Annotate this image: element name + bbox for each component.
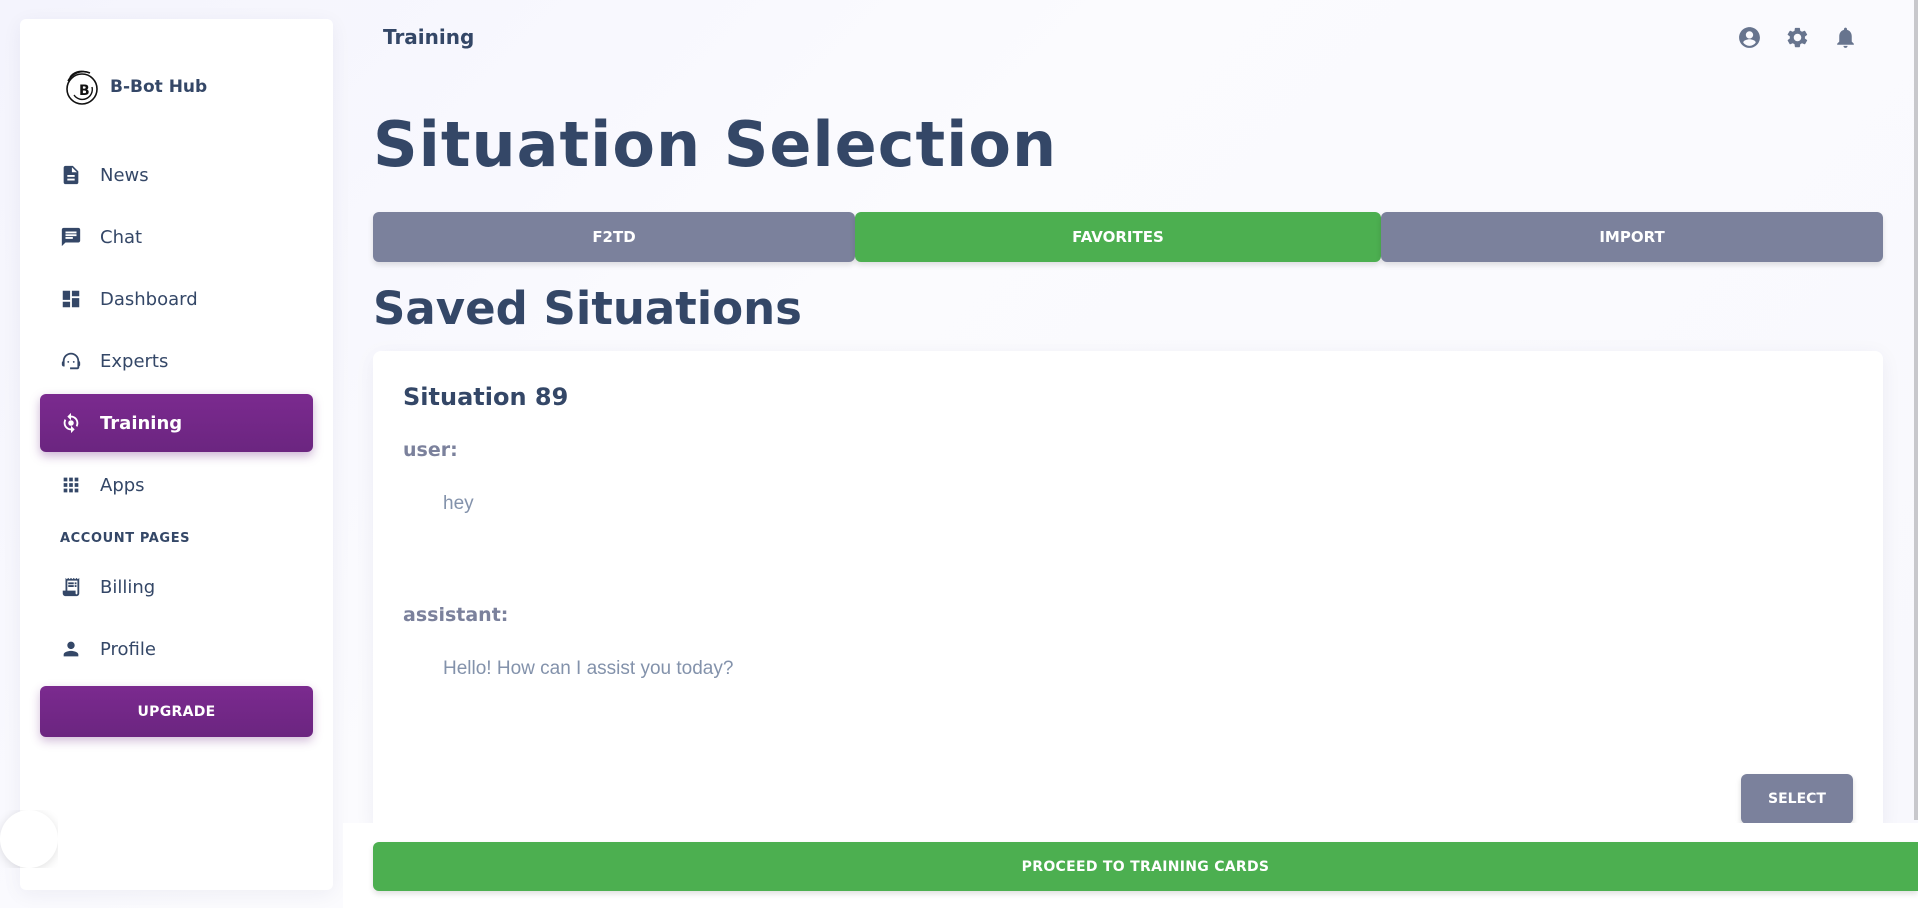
upgrade-button[interactable]: UPGRADE bbox=[40, 686, 313, 737]
header-actions bbox=[1736, 24, 1858, 50]
brand[interactable]: B B-Bot Hub bbox=[60, 47, 207, 127]
sidebar-item-label: Chat bbox=[100, 226, 143, 248]
situation-title: Situation 89 bbox=[403, 383, 569, 411]
tab-favorites[interactable]: FAVORITES bbox=[855, 212, 1381, 262]
sidebar-item-chat[interactable]: Chat bbox=[40, 208, 313, 266]
settings-icon[interactable] bbox=[1784, 24, 1810, 50]
breadcrumb: Training bbox=[383, 25, 475, 49]
training-icon bbox=[60, 412, 82, 434]
document-icon bbox=[60, 164, 82, 186]
sidebar-item-label: Dashboard bbox=[100, 288, 198, 310]
sidebar-item-experts[interactable]: Experts bbox=[40, 332, 313, 390]
select-button[interactable]: SELECT bbox=[1741, 774, 1853, 824]
svg-text:B: B bbox=[79, 83, 90, 99]
situation-card: Situation 89 user: hey assistant: Hello!… bbox=[373, 351, 1883, 831]
message-text-user: hey bbox=[443, 493, 474, 514]
sidebar-item-label: Profile bbox=[100, 638, 156, 660]
tab-import[interactable]: IMPORT bbox=[1381, 212, 1883, 262]
sidebar-item-dashboard[interactable]: Dashboard bbox=[40, 270, 313, 328]
message-role-user: user: bbox=[403, 439, 458, 461]
sidebar-nav: News Chat Dashboard Experts Training App… bbox=[40, 146, 313, 737]
sidebar-item-news[interactable]: News bbox=[40, 146, 313, 204]
b-bot-logo-icon: B bbox=[66, 70, 98, 105]
scrollbar[interactable] bbox=[1914, 0, 1918, 820]
sidebar-item-training[interactable]: Training bbox=[40, 394, 313, 452]
sidebar-item-label: News bbox=[100, 164, 149, 186]
sidebar-item-label: Training bbox=[100, 412, 183, 434]
dashboard-icon bbox=[60, 288, 82, 310]
sidebar-item-label: Experts bbox=[100, 350, 169, 372]
message-role-assistant: assistant: bbox=[403, 604, 509, 626]
account-circle-icon[interactable] bbox=[1736, 24, 1762, 50]
chat-icon bbox=[60, 226, 82, 248]
apps-grid-icon bbox=[60, 474, 82, 496]
section-title: Saved Situations bbox=[373, 282, 802, 335]
notifications-icon[interactable] bbox=[1832, 24, 1858, 50]
brand-name: B-Bot Hub bbox=[110, 77, 208, 97]
sidebar-item-label: Billing bbox=[100, 576, 156, 598]
sidebar: B B-Bot Hub News Chat Dashboard Experts … bbox=[20, 19, 333, 890]
person-icon bbox=[60, 638, 82, 660]
page-title: Situation Selection bbox=[373, 108, 1058, 181]
sidebar-item-profile[interactable]: Profile bbox=[40, 620, 313, 678]
message-text-assistant: Hello! How can I assist you today? bbox=[443, 658, 734, 679]
sidebar-item-label: Apps bbox=[100, 474, 145, 496]
sidebar-item-apps[interactable]: Apps bbox=[40, 456, 313, 514]
sidebar-item-billing[interactable]: Billing bbox=[40, 558, 313, 616]
receipt-icon bbox=[60, 576, 82, 598]
account-pages-heading: ACCOUNT PAGES bbox=[60, 530, 191, 546]
support-agent-icon bbox=[60, 350, 82, 372]
situation-tabs: F2TD FAVORITES IMPORT bbox=[373, 212, 1883, 262]
proceed-to-training-cards-button[interactable]: PROCEED TO TRAINING CARDS bbox=[373, 842, 1918, 891]
tab-f2td[interactable]: F2TD bbox=[373, 212, 855, 262]
floating-action-button[interactable] bbox=[0, 810, 58, 868]
